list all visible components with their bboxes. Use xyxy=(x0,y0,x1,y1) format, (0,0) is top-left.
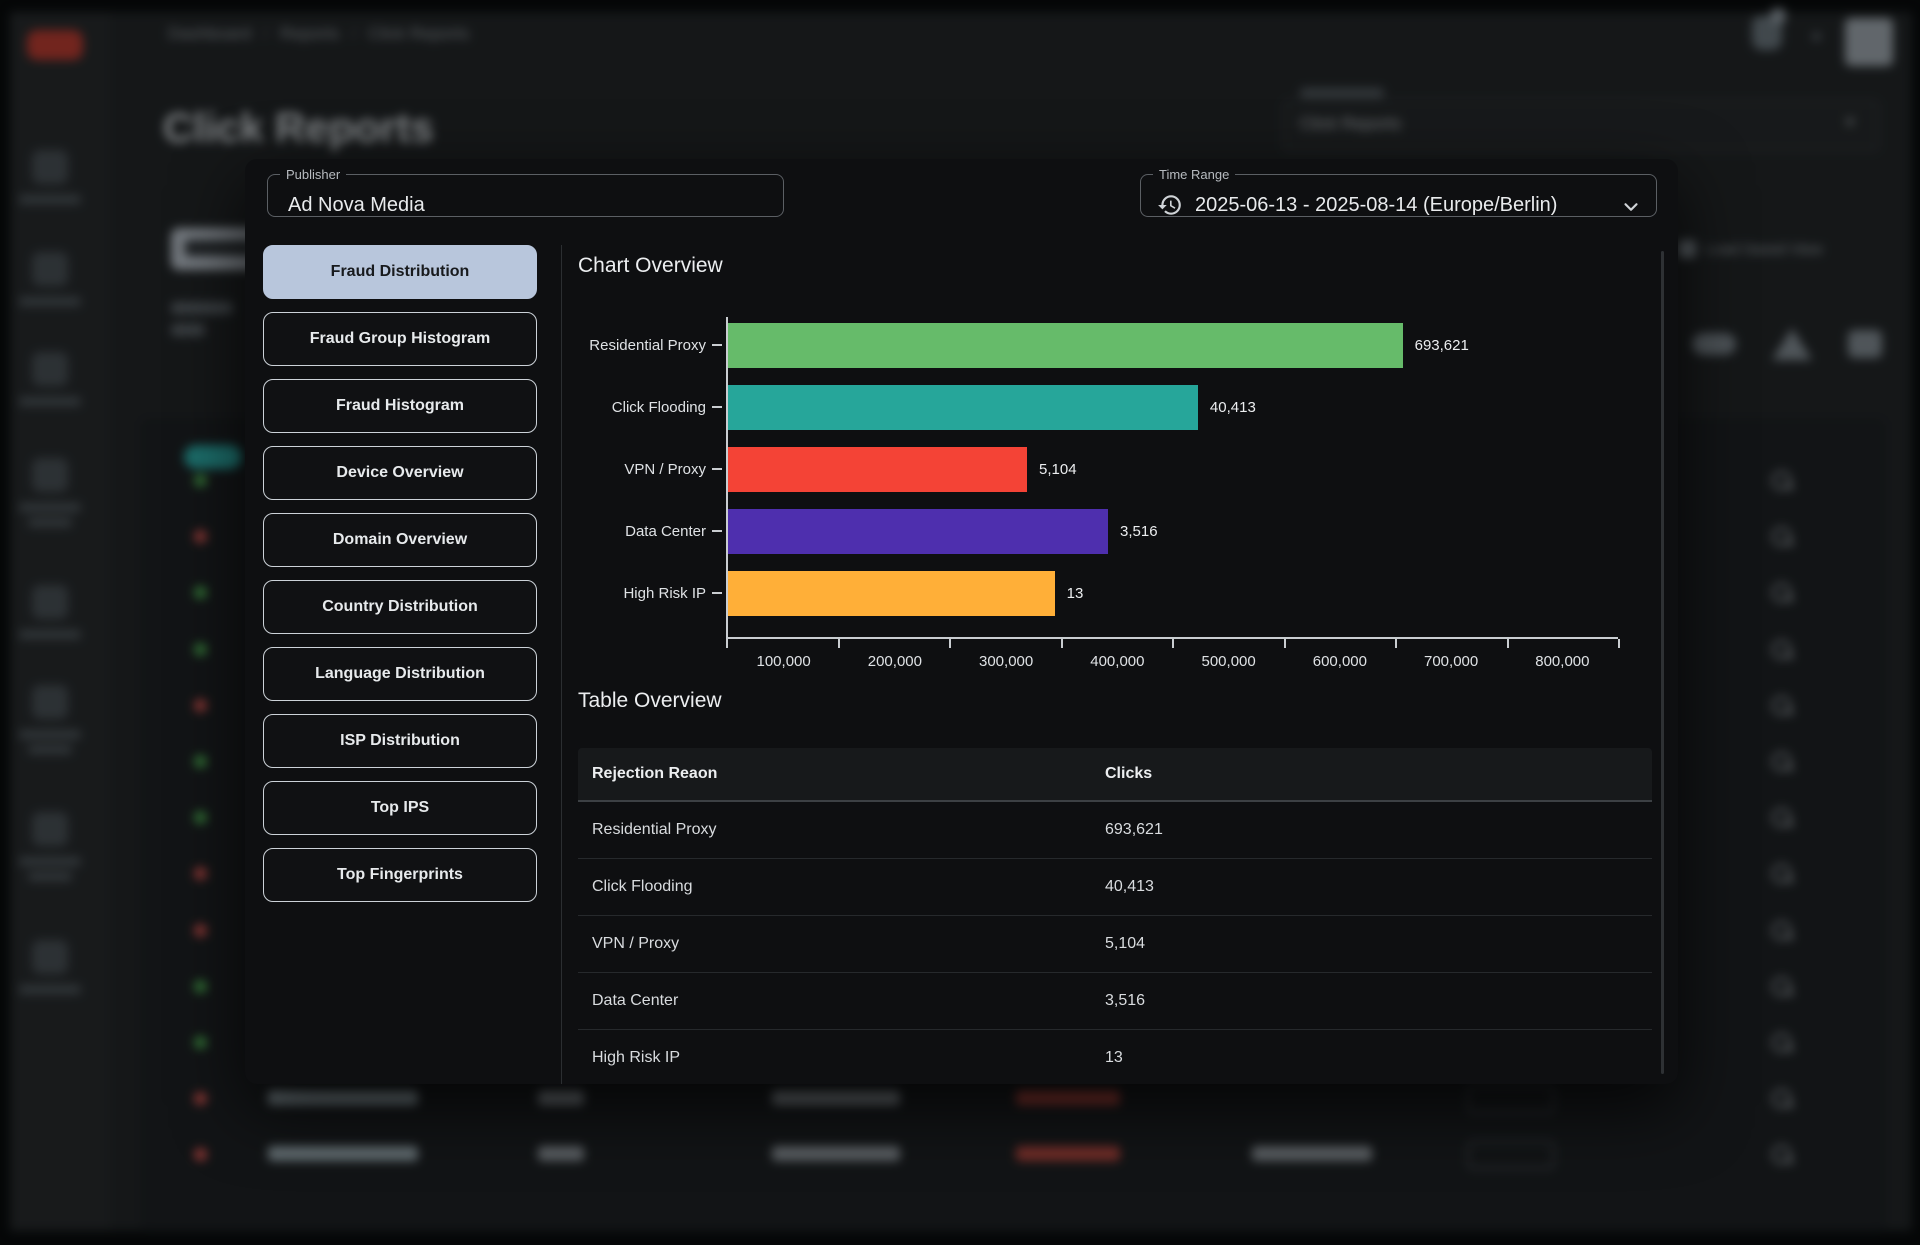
chart-row: High Risk IP 13 xyxy=(578,562,1618,624)
x-axis-tick xyxy=(1060,639,1063,648)
bar-value-label: 13 xyxy=(1066,584,1084,602)
x-axis-tick-label: 700,000 xyxy=(1424,653,1479,670)
x-axis-tick xyxy=(949,639,951,648)
click-reports-dialog: Publisher Ad Nova Media Time Range 2025-… xyxy=(245,159,1678,1084)
bar-value-label: 3,516 xyxy=(1120,522,1158,540)
x-axis-tick xyxy=(1283,639,1286,648)
modal-tab-device-overview[interactable]: Device Overview xyxy=(263,446,537,500)
chevron-down-icon xyxy=(1620,196,1642,218)
modal-scrollbar[interactable] xyxy=(1661,251,1664,1074)
modal-tab-top-ips[interactable]: Top IPS xyxy=(263,781,537,835)
x-axis-tick xyxy=(1395,639,1397,648)
modal-tab-country-distribution[interactable]: Country Distribution xyxy=(263,580,537,634)
modal-tab-domain-overview[interactable]: Domain Overview xyxy=(263,513,537,567)
x-axis-tick-label: 500,000 xyxy=(1201,653,1256,670)
cell-clicks: 5,104 xyxy=(1105,935,1146,952)
x-axis-tick xyxy=(726,639,728,648)
bar-value-label: 693,621 xyxy=(1414,336,1469,354)
bar-data-center xyxy=(728,508,1109,554)
table-overview-title: Table Overview xyxy=(578,689,722,712)
bar-residential-proxy xyxy=(728,322,1403,368)
chart-category-label: Data Center xyxy=(625,522,706,540)
chart-plot-row: 5,104 xyxy=(728,446,1618,492)
x-axis-tick xyxy=(837,639,840,648)
chart-category-label: Residential Proxy xyxy=(589,336,706,354)
publisher-input[interactable]: Ad Nova Media xyxy=(288,194,425,217)
x-axis-tick xyxy=(1172,639,1174,648)
cell-rejection-reason: High Risk IP xyxy=(592,1049,681,1066)
chart-category-label: Click Flooding xyxy=(611,398,706,416)
history-clock-icon xyxy=(1158,195,1181,215)
publisher-label: Publisher xyxy=(286,167,341,182)
table-body: Residential Proxy 693,621 Click Flooding 40… xyxy=(578,802,1652,1084)
x-axis-tick-label: 400,000 xyxy=(1090,653,1145,670)
time-range-label: Time Range xyxy=(1159,167,1230,182)
x-axis-tick-label: 300,000 xyxy=(979,653,1034,670)
chart-plot-row: 693,621 xyxy=(728,322,1618,368)
time-range-field[interactable]: Time Range 2025-06-13 - 2025-08-14 (Euro… xyxy=(1140,167,1657,217)
modal-tab-top-fingerprints[interactable]: Top Fingerprints xyxy=(263,848,537,902)
modal-tab-language-distribution[interactable]: Language Distribution xyxy=(263,647,537,701)
bar-high-risk-ip xyxy=(728,570,1055,616)
table-row: Residential Proxy 693,621 xyxy=(578,802,1652,859)
overview-table: Rejection Reaon Clicks Residential Proxy… xyxy=(578,748,1652,1084)
x-axis-tick-label: 100,000 xyxy=(756,653,811,670)
column-header-rejection-reason: Rejection Reaon xyxy=(592,765,718,782)
chart-category-label: VPN / Proxy xyxy=(624,460,706,478)
chart-category-label: High Risk IP xyxy=(623,584,706,602)
bar-value-label: 40,413 xyxy=(1209,398,1256,416)
chart-plot-row: 13 xyxy=(728,570,1618,616)
screen: Dashboard / Reports / Click Reports Clic… xyxy=(0,0,1920,1245)
x-axis-tick xyxy=(1506,639,1509,648)
chart-plot-row: 40,413 xyxy=(728,384,1618,430)
time-range-value: 2025-06-13 - 2025-08-14 (Europe/Berlin) xyxy=(1195,193,1558,216)
chart-row: VPN / Proxy 5,104 xyxy=(578,438,1618,500)
chart-row: Data Center 3,516 xyxy=(578,500,1618,562)
category-tick xyxy=(712,530,722,532)
chart-plot-row: 3,516 xyxy=(728,508,1618,554)
bar-click-flooding xyxy=(728,384,1198,430)
cell-clicks: 40,413 xyxy=(1105,878,1154,895)
cell-clicks: 3,516 xyxy=(1105,992,1146,1009)
x-axis-tick xyxy=(1618,639,1620,648)
cell-rejection-reason: VPN / Proxy xyxy=(592,935,680,952)
category-tick xyxy=(712,344,722,346)
modal-tab-fraud-group-histogram[interactable]: Fraud Group Histogram xyxy=(263,312,537,366)
modal-tab-fraud-distribution[interactable]: Fraud Distribution xyxy=(263,245,537,299)
publisher-field[interactable]: Publisher Ad Nova Media xyxy=(267,167,784,217)
cell-clicks: 13 xyxy=(1105,1049,1123,1066)
modal-tab-list: Fraud Distribution Fraud Group Histogram F… xyxy=(245,245,562,1084)
chart-row: Click Flooding 40,413 xyxy=(578,376,1618,438)
x-axis-tick-label: 800,000 xyxy=(1535,653,1590,670)
x-axis-tick-label: 600,000 xyxy=(1312,653,1367,670)
modal-tab-isp-distribution[interactable]: ISP Distribution xyxy=(263,714,537,768)
category-tick xyxy=(712,468,722,470)
cell-rejection-reason: Click Flooding xyxy=(592,878,693,895)
category-tick xyxy=(712,406,722,408)
category-tick xyxy=(712,592,722,594)
chart-row: Residential Proxy 693,621 xyxy=(578,314,1618,376)
table-row: High Risk IP 13 xyxy=(578,1030,1652,1084)
column-header-clicks: Clicks xyxy=(1105,765,1153,782)
x-axis-tick-label: 200,000 xyxy=(867,653,922,670)
bar-value-label: 5,104 xyxy=(1039,460,1077,478)
cell-rejection-reason: Data Center xyxy=(592,992,679,1009)
bar-vpn-proxy xyxy=(728,446,1028,492)
chart-overview-title: Chart Overview xyxy=(578,254,723,277)
x-axis-labels: 100,000 200,000 300,000 400,000 500,000 600,0… xyxy=(728,653,1618,670)
cell-clicks: 693,621 xyxy=(1105,821,1163,838)
table-row: Click Flooding 40,413 xyxy=(578,859,1652,916)
modal-tab-fraud-histogram[interactable]: Fraud Histogram xyxy=(263,379,537,433)
cell-rejection-reason: Residential Proxy xyxy=(592,821,717,838)
table-row: Data Center 3,516 xyxy=(578,973,1652,1030)
chart-rows: Residential Proxy 693,621 Click Flooding 40… xyxy=(578,314,1618,624)
table-header-row: Rejection Reaon Clicks xyxy=(578,748,1652,802)
table-row: VPN / Proxy 5,104 xyxy=(578,916,1652,973)
